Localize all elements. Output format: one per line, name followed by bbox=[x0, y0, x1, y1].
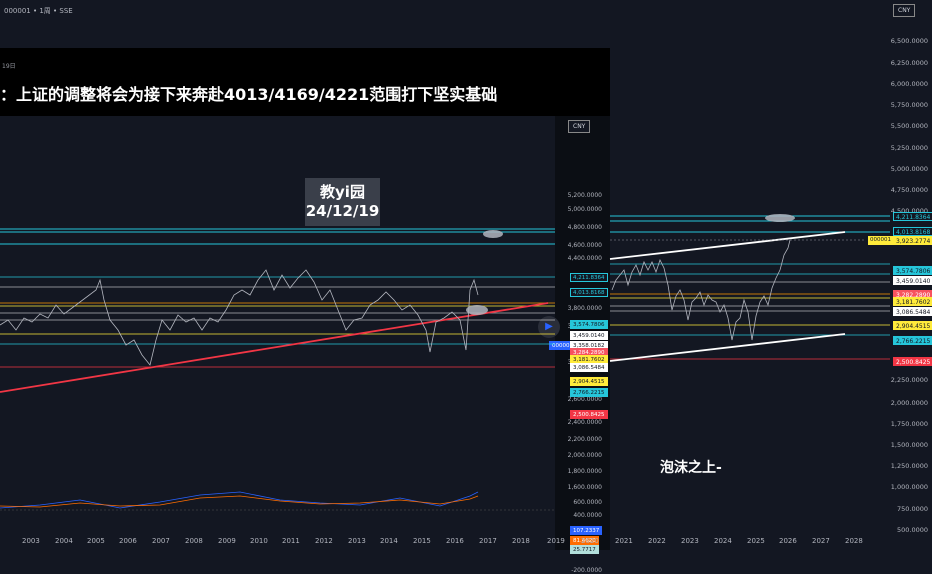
inset-price-series bbox=[0, 269, 479, 366]
time-axis-label: 2020 bbox=[581, 537, 599, 545]
price-axis-label: 5,000.0000 bbox=[890, 165, 928, 173]
price-axis-label: 2,000.0000 bbox=[890, 399, 928, 407]
price-axis-label: 5,250.0000 bbox=[890, 144, 928, 152]
price-axis-label: 2,250.0000 bbox=[890, 376, 928, 384]
time-axis-label: 2019 bbox=[547, 537, 565, 545]
price-axis-label: 6,250.0000 bbox=[890, 59, 928, 67]
time-axis-label: 2026 bbox=[779, 537, 797, 545]
price-axis-label: 1,750.0000 bbox=[890, 420, 928, 428]
time-axis-label: 2025 bbox=[747, 537, 765, 545]
time-axis-label: 2008 bbox=[185, 537, 203, 545]
price-axis-label: 500.0000 bbox=[896, 526, 928, 534]
price-axis-label: 1,250.0000 bbox=[890, 462, 928, 470]
chart-canvas bbox=[0, 214, 890, 511]
price-tag: 3,923.2774 bbox=[893, 236, 932, 245]
inset-oscillator bbox=[0, 491, 555, 511]
time-axis-label: 2015 bbox=[413, 537, 431, 545]
bubble-annotation: 泡沫之上- bbox=[660, 460, 722, 476]
price-tag: 2,904.4515 bbox=[893, 321, 932, 330]
inset-levels bbox=[0, 228, 555, 393]
main-symbol-tag: 000001 bbox=[868, 236, 893, 245]
time-axis-label: 2007 bbox=[152, 537, 170, 545]
price-tag: 3,086.5484 bbox=[893, 307, 932, 316]
time-axis-label: 2005 bbox=[87, 537, 105, 545]
main-levels bbox=[609, 214, 890, 362]
time-axis-label: 2004 bbox=[55, 537, 73, 545]
price-tag: 4,211.8364 bbox=[893, 212, 932, 221]
time-axis-label: 2024 bbox=[714, 537, 732, 545]
time-axis-label: 2016 bbox=[446, 537, 464, 545]
price-tag: 4,013.8168 bbox=[893, 227, 932, 236]
price-axis-label: 1,000.0000 bbox=[890, 483, 928, 491]
time-axis-label: 2003 bbox=[22, 537, 40, 545]
price-tag: 3,181.7602 bbox=[893, 297, 932, 306]
price-tag: 2,500.8425 bbox=[893, 357, 932, 366]
time-axis-label: 2021 bbox=[615, 537, 633, 545]
price-axis-label: 4,750.0000 bbox=[890, 186, 928, 194]
time-axis-label: 2009 bbox=[218, 537, 236, 545]
time-axis-label: 2014 bbox=[380, 537, 398, 545]
price-axis-label: 5,750.0000 bbox=[890, 101, 928, 109]
time-axis-label: 2011 bbox=[282, 537, 300, 545]
price-axis-label: 750.0000 bbox=[896, 505, 928, 513]
time-axis-label: 2023 bbox=[681, 537, 699, 545]
inset-axis-label: -200.0000 bbox=[571, 567, 602, 574]
price-axis-label: 5,500.0000 bbox=[890, 122, 928, 130]
time-axis-label: 2018 bbox=[512, 537, 530, 545]
time-axis-label: 2010 bbox=[250, 537, 268, 545]
price-axis-label: 6,000.0000 bbox=[890, 80, 928, 88]
price-axis-label: 1,500.0000 bbox=[890, 441, 928, 449]
time-axis-label: 2017 bbox=[479, 537, 497, 545]
price-tag: 3,574.7806 bbox=[893, 266, 932, 275]
price-tag: 2,766.2215 bbox=[893, 336, 932, 345]
time-axis-label: 2027 bbox=[812, 537, 830, 545]
price-tag: 3,459.0140 bbox=[893, 276, 932, 285]
time-axis-label: 2006 bbox=[119, 537, 137, 545]
time-axis-label: 2013 bbox=[348, 537, 366, 545]
time-axis-label: 2028 bbox=[845, 537, 863, 545]
time-axis-label: 2012 bbox=[315, 537, 333, 545]
time-axis-label: 2022 bbox=[648, 537, 666, 545]
price-axis-label: 6,500.0000 bbox=[890, 37, 928, 45]
